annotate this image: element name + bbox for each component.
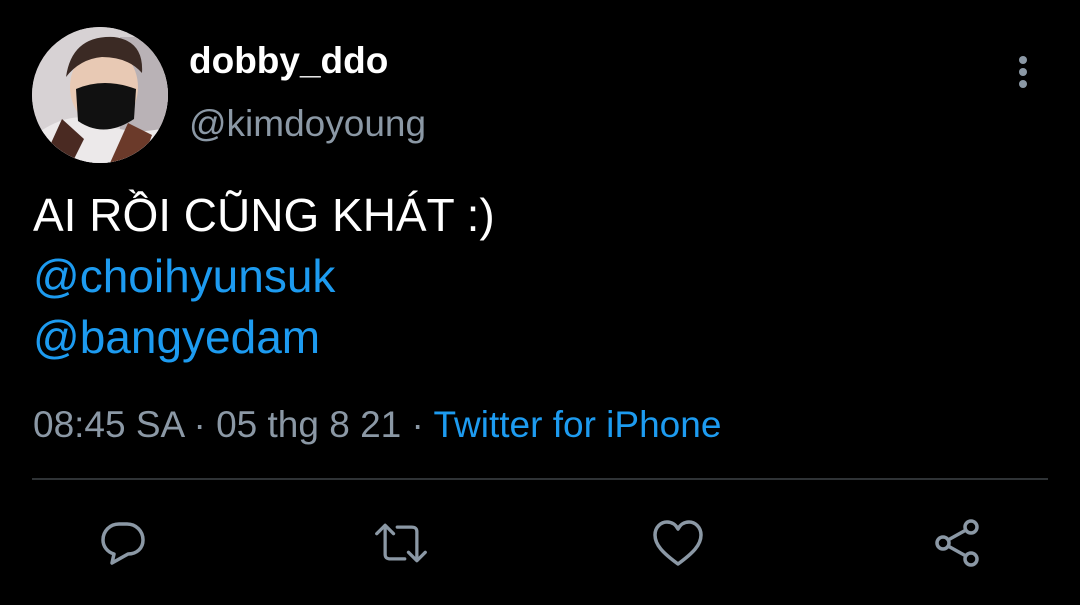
tweet-date: 05 thg 8 21 bbox=[216, 404, 402, 445]
share-icon bbox=[935, 519, 979, 567]
share-button[interactable] bbox=[929, 515, 985, 571]
tweet-source-link[interactable]: Twitter for iPhone bbox=[433, 404, 721, 445]
more-options-button[interactable] bbox=[1004, 50, 1044, 94]
more-dot bbox=[1019, 56, 1027, 64]
like-button[interactable] bbox=[650, 515, 706, 571]
tweet-detail: dobby_ddo @kimdoyoung AI RỒI CŨNG KHÁT :… bbox=[0, 0, 1080, 605]
reply-button[interactable] bbox=[95, 515, 151, 571]
mention-link[interactable]: @choihyunsuk bbox=[33, 250, 335, 302]
meta-separator: · bbox=[411, 404, 424, 445]
author-display-name[interactable]: dobby_ddo bbox=[189, 38, 388, 84]
tweet-text-line: AI RỒI CŨNG KHÁT :) bbox=[33, 189, 495, 241]
author-handle[interactable]: @kimdoyoung bbox=[189, 101, 426, 147]
tweet-meta: 08:45 SA · 05 thg 8 21 · Twitter for iPh… bbox=[33, 402, 721, 448]
retweet-icon bbox=[375, 523, 427, 563]
like-icon bbox=[653, 520, 703, 566]
tweet-time: 08:45 SA bbox=[33, 404, 184, 445]
more-dot bbox=[1019, 68, 1027, 76]
more-dot bbox=[1019, 80, 1027, 88]
tweet-text: AI RỒI CŨNG KHÁT :) @choihyunsuk @bangye… bbox=[33, 185, 495, 368]
meta-separator: · bbox=[193, 404, 206, 445]
divider bbox=[32, 478, 1048, 480]
avatar-image bbox=[32, 27, 168, 163]
mention-link[interactable]: @bangyedam bbox=[33, 311, 320, 363]
retweet-button[interactable] bbox=[373, 515, 429, 571]
avatar[interactable] bbox=[32, 27, 168, 163]
reply-icon bbox=[101, 522, 145, 565]
